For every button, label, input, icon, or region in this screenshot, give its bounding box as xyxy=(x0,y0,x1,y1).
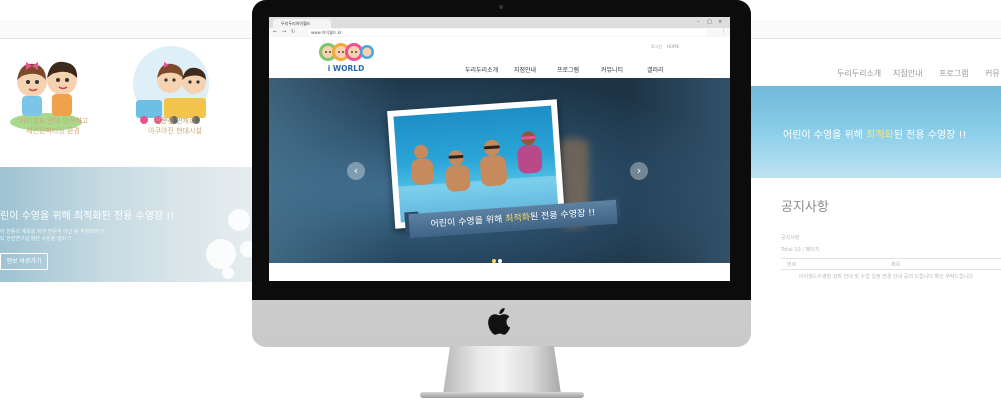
notice-table-row[interactable]: 아이월드수영장 강좌 안내 및 수업 일정 변경 안내 공지 드립니다 확인 부… xyxy=(799,273,973,280)
left-banner-button[interactable]: 앤보 바로가기 xyxy=(0,253,48,270)
left-banner-desc-line-1: 아 전용의 체육을 위한 전문적 아닌 를 추정되어 !! xyxy=(0,229,105,235)
right-banner-title-part: 된 전용 수영장 !! xyxy=(893,130,967,141)
slider-dot[interactable] xyxy=(498,259,502,263)
close-icon[interactable]: × xyxy=(718,19,722,25)
background-page-right: 두리두리소개 지점안내 프로그램 커뮤 어린이 수영을 위해 최적화된 전용 수… xyxy=(751,20,1001,282)
left-hero-banner: 린이 수영을 위해 최적화된 전용 수영장 !! 아 전용의 체육을 위한 전문… xyxy=(0,167,268,282)
menu-item-program[interactable]: 프로그램 xyxy=(557,65,579,74)
left-banner-title: 린이 수영을 위해 최적화된 전용 수영장 !! xyxy=(0,211,175,222)
slider-pagination xyxy=(491,248,503,263)
background-page-left: '아이월드'관이 안전하고 세련된파티상 환경 전문성 인재로 아쿠아진 현대시… xyxy=(0,20,268,282)
notice-count: Total 10 / 페이지 xyxy=(781,247,820,253)
browser-tab-bar: 두리두리아이월드 – □ × xyxy=(269,17,730,28)
back-arrow-icon[interactable]: ← xyxy=(273,29,277,35)
kid-body xyxy=(445,164,471,193)
monitor-stand xyxy=(443,346,561,394)
apple-logo-icon xyxy=(488,307,511,335)
hero-slider: ‹ › 어린이 수영을 위해 최적화된 전용 수영장 !! xyxy=(269,78,730,263)
slider-next-button[interactable]: › xyxy=(630,162,648,180)
right-banner-title: 어린이 수영을 위해 최적화된 전용 수영장 !! xyxy=(783,126,967,141)
bubble-decoration xyxy=(228,209,250,231)
menu-item-branch[interactable]: 지점안내 xyxy=(514,65,536,74)
site-header: i WORLD 로그인 HOME 두리두리소개 지점안내 프로그램 커뮤니티 갤… xyxy=(269,37,730,78)
bubble-decoration xyxy=(206,239,236,269)
logo-text: i WORLD xyxy=(328,64,365,73)
notice-col-title: 제목 xyxy=(891,262,901,268)
slider-dot[interactable] xyxy=(492,259,496,263)
feature-2-line-1: 전문성 인재로 xyxy=(154,117,196,125)
hero-caption-part: 된 전용 수영장 !! xyxy=(529,208,596,223)
menu-item-about[interactable]: 두리두리소개 xyxy=(465,65,498,74)
left-banner-desc-line-2: 되 안전연구실 향된 수운을 않이 !! xyxy=(0,236,72,242)
kid-head xyxy=(413,144,429,160)
feature-2-line-2: 아쿠아진 현대시설 xyxy=(148,127,202,135)
browser-tab[interactable]: 두리두리아이월드 xyxy=(273,19,331,28)
notice-subheading: 공지사항 xyxy=(781,235,800,241)
url-field[interactable]: www.아이월드.kr xyxy=(307,29,707,36)
notice-heading: 공지사항 xyxy=(781,200,829,215)
feature-2-text: 전문성 인재로 아쿠아진 현대시설 xyxy=(125,116,225,136)
browser-tab-title: 두리두리아이월드 xyxy=(281,21,311,26)
hero-caption-highlight: 최적화 xyxy=(504,212,531,225)
right-nav-item-about[interactable]: 두리두리소개 xyxy=(837,68,881,79)
feature-1-text: '아이월드'관이 안전하고 세련된파티상 환경 xyxy=(8,116,98,136)
right-banner-title-highlight: 최적화 xyxy=(866,130,894,141)
maximize-icon[interactable]: □ xyxy=(707,19,712,25)
notice-table-header: 번호 제목 xyxy=(781,258,1001,270)
right-banner-title-part: 어린이 수영을 위해 xyxy=(783,130,867,141)
left-page-topbar xyxy=(0,20,268,39)
camera-dot xyxy=(499,5,503,9)
monitor-stand-base xyxy=(420,392,584,398)
kid-body xyxy=(410,158,435,186)
feature-1-line-1: '아이월드'관이 안전하고 xyxy=(17,117,89,125)
notice-col-number: 번호 xyxy=(787,262,797,268)
right-page-topbar xyxy=(751,20,1001,39)
kid-body xyxy=(479,154,508,187)
menu-item-gallery[interactable]: 갤러리 xyxy=(647,65,664,74)
right-nav-item-branch[interactable]: 지점안내 xyxy=(893,68,922,79)
url-text: www.아이월드.kr xyxy=(311,30,342,35)
reload-icon[interactable]: ↻ xyxy=(291,29,295,35)
menu-item-community[interactable]: 커뮤니티 xyxy=(601,65,623,74)
right-hero-banner: 어린이 수영을 위해 최적화된 전용 수영장 !! xyxy=(751,86,1001,178)
menu-icon[interactable]: ⋮ xyxy=(721,29,726,35)
slider-prev-button[interactable]: ‹ xyxy=(347,162,365,180)
monitor-screen: 두리두리아이월드 – □ × ← → ↻ www.아이월드.kr ⋮ i WOR… xyxy=(269,17,730,281)
bubble-decoration xyxy=(222,267,234,279)
hero-caption-part: 어린이 수영을 위해 xyxy=(430,214,506,230)
minimize-icon[interactable]: – xyxy=(697,19,700,25)
forward-arrow-icon[interactable]: → xyxy=(282,29,286,35)
left-banner-desc: 아 전용의 체육을 위한 전문적 아닌 를 추정되어 !! 되 안전연구실 향된… xyxy=(0,229,104,243)
right-nav-item-community[interactable]: 커뮤 xyxy=(985,68,1000,79)
right-nav-item-program[interactable]: 프로그램 xyxy=(939,68,968,79)
util-link-home[interactable]: HOME xyxy=(667,44,679,49)
feature-1-line-2: 세련된파티상 환경 xyxy=(26,127,80,135)
hero-bg-blur xyxy=(269,78,399,263)
kid-body xyxy=(516,144,543,175)
site-logo[interactable]: i WORLD xyxy=(317,40,375,74)
util-link-login[interactable]: 로그인 xyxy=(651,44,662,50)
